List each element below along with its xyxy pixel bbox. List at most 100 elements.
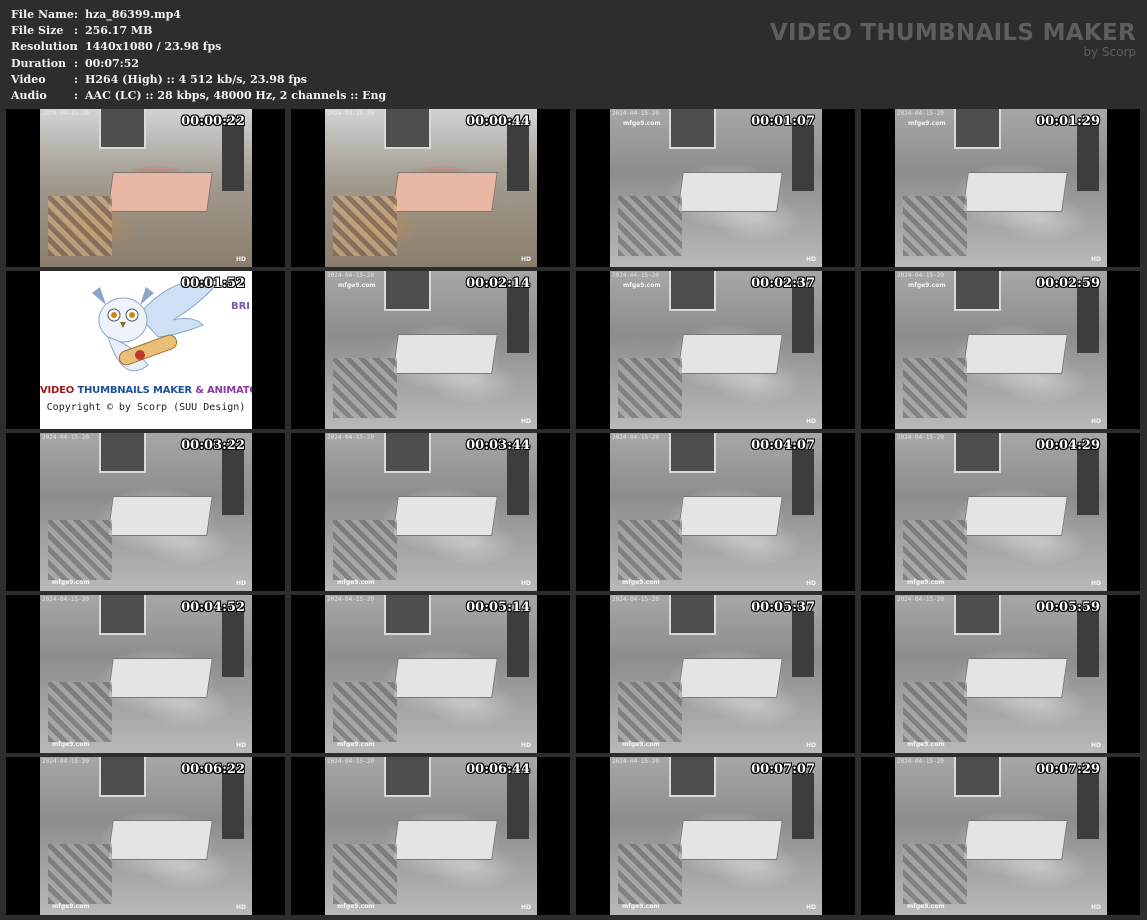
- file-info-panel: File Name: hza_86399.mp4 File Size:256.17 …: [11, 7, 386, 104]
- door-shape: [1077, 610, 1099, 678]
- camera-date-stamp: 2024-04-15-20: [612, 272, 659, 279]
- video-frame: 2024-04-15-20 00:04:29 mfge9.com HD: [895, 433, 1107, 591]
- site-watermark: mfge9.com: [907, 579, 945, 586]
- camera-date-stamp: 2024-04-15-20: [897, 272, 944, 279]
- clutter-shape: [618, 681, 683, 742]
- timestamp-label: 00:05:59: [1036, 600, 1100, 615]
- window-shape: [384, 271, 431, 311]
- window-shape: [954, 433, 1001, 473]
- hd-badge: HD: [235, 580, 246, 587]
- bed-shape: [962, 658, 1068, 699]
- info-separator: :: [74, 88, 79, 102]
- thumbnail-cell[interactable]: 2024-04-15-20 00:00:22 HD: [6, 109, 285, 267]
- clutter-shape: [333, 681, 398, 742]
- site-watermark: mfge9.com: [337, 741, 375, 748]
- hd-badge: HD: [1090, 256, 1101, 263]
- site-watermark: mfge9.com: [622, 579, 660, 586]
- info-label: Resolution: [11, 40, 78, 54]
- thumbnail-cell[interactable]: 2024-04-15-20 00:02:59 mfge9.com HD: [861, 271, 1140, 429]
- hd-badge: HD: [235, 904, 246, 911]
- window-shape: [99, 433, 146, 473]
- bed-shape: [677, 172, 783, 213]
- hd-badge: HD: [805, 580, 816, 587]
- info-label: File Name: [11, 8, 74, 21]
- thumbnail-cell[interactable]: 2024-04-15-20 00:06:22 mfge9.com HD: [6, 757, 285, 915]
- site-watermark: mfge9.com: [622, 741, 660, 748]
- door-shape: [792, 610, 814, 678]
- bed-shape: [962, 496, 1068, 537]
- video-frame: 2024-04-15-20 00:00:22 HD: [40, 109, 252, 267]
- thumbnail-cell[interactable]: 2024-04-15-20 00:03:44 mfge9.com HD: [291, 433, 570, 591]
- timestamp-label: 00:01:07: [751, 114, 815, 129]
- thumbnail-cell[interactable]: 2024-04-15-20 00:04:29 mfge9.com HD: [861, 433, 1140, 591]
- timestamp-label: 00:06:22: [181, 762, 245, 777]
- thumbnail-cell[interactable]: 2024-04-15-20 00:02:37 mfge9.com HD: [576, 271, 855, 429]
- info-label: Duration: [11, 56, 67, 70]
- thumbnail-cell[interactable]: 2024-04-15-20 00:00:44 HD: [291, 109, 570, 267]
- clutter-shape: [333, 843, 398, 904]
- thumbnail-cell[interactable]: 2024-04-15-20 00:01:29 mfge9.com HD: [861, 109, 1140, 267]
- door-shape: [792, 772, 814, 840]
- hd-badge: HD: [520, 418, 531, 425]
- thumbnail-cell[interactable]: 2024-04-15-20 00:02:14 mfge9.com HD: [291, 271, 570, 429]
- camera-date-stamp: 2024-04-15-20: [612, 110, 659, 117]
- timestamp-label: 00:05:14: [466, 600, 530, 615]
- info-separator: :: [74, 56, 79, 70]
- timestamp-label: 00:04:29: [1036, 438, 1100, 453]
- site-watermark: mfge9.com: [908, 282, 946, 289]
- timestamp-label: 00:00:44: [466, 114, 530, 129]
- thumbnail-cell[interactable]: 2024-04-15-20 00:05:37 mfge9.com HD: [576, 595, 855, 753]
- video-frame: 2024-04-15-20 00:05:37 mfge9.com HD: [610, 595, 822, 753]
- clutter-shape: [903, 843, 968, 904]
- thumbnail-cell[interactable]: 2024-04-15-20 00:04:52 mfge9.com HD: [6, 595, 285, 753]
- thumbnail-cell[interactable]: 2024-04-15-20 00:05:59 mfge9.com HD: [861, 595, 1140, 753]
- thumbnail-cell[interactable]: 2024-04-15-20 00:04:07 mfge9.com HD: [576, 433, 855, 591]
- bed-shape: [677, 496, 783, 537]
- site-watermark: mfge9.com: [52, 579, 90, 586]
- window-shape: [99, 757, 146, 797]
- bed-shape: [107, 172, 213, 213]
- camera-date-stamp: 2024-04-15-20: [327, 110, 374, 117]
- thumbnail-cell[interactable]: 2024-04-15-20 00:07:29 mfge9.com HD: [861, 757, 1140, 915]
- thumbnail-cell[interactable]: 2024-04-15-20 00:03:22 mfge9.com HD: [6, 433, 285, 591]
- video-frame: 2024-04-15-20 00:02:37 mfge9.com HD: [610, 271, 822, 429]
- clutter-shape: [618, 195, 683, 256]
- thumbnail-cell[interactable]: 2024-04-15-20 00:01:07 mfge9.com HD: [576, 109, 855, 267]
- thumbnail-cell[interactable]: 2024-04-15-20 00:05:14 mfge9.com HD: [291, 595, 570, 753]
- hd-badge: HD: [805, 904, 816, 911]
- timestamp-label: 00:00:22: [181, 114, 245, 129]
- window-shape: [99, 595, 146, 635]
- camera-date-stamp: 2024-04-15-20: [327, 272, 374, 279]
- camera-date-stamp: 2024-04-15-20: [612, 596, 659, 603]
- bed-shape: [392, 334, 498, 375]
- bed-shape: [392, 496, 498, 537]
- hd-badge: HD: [805, 418, 816, 425]
- timestamp-label: 00:04:52: [181, 600, 245, 615]
- site-watermark: mfge9.com: [52, 903, 90, 910]
- camera-date-stamp: 2024-04-15-20: [42, 758, 89, 765]
- site-watermark: mfge9.com: [623, 282, 661, 289]
- site-watermark: mfge9.com: [908, 120, 946, 127]
- clutter-shape: [48, 843, 113, 904]
- bed-shape: [107, 820, 213, 861]
- camera-date-stamp: 2024-04-15-20: [42, 434, 89, 441]
- video-frame: 2024-04-15-20 00:07:07 mfge9.com HD: [610, 757, 822, 915]
- door-shape: [792, 286, 814, 354]
- video-frame: 2024-04-15-20 00:01:29 mfge9.com HD: [895, 109, 1107, 267]
- door-shape: [1077, 772, 1099, 840]
- info-separator: :: [74, 24, 79, 38]
- hd-badge: HD: [805, 742, 816, 749]
- owl-with-scroll-icon: [78, 275, 218, 389]
- info-label: Audio: [11, 88, 47, 102]
- info-separator: :: [74, 8, 79, 21]
- hd-badge: HD: [235, 256, 246, 263]
- thumbnail-cell[interactable]: 2024-04-15-20 00:07:07 mfge9.com HD: [576, 757, 855, 915]
- brand-title: VIDEO THUMBNAILS MAKER: [769, 20, 1136, 46]
- thumbnail-cell[interactable]: BRI VIDEO THUMBNAILS MAKER & ANIMATO Copyr…: [6, 271, 285, 429]
- clutter-shape: [903, 195, 968, 256]
- clutter-shape: [618, 519, 683, 580]
- bed-shape: [107, 496, 213, 537]
- door-shape: [792, 448, 814, 516]
- site-watermark: mfge9.com: [337, 903, 375, 910]
- thumbnail-cell[interactable]: 2024-04-15-20 00:06:44 mfge9.com HD: [291, 757, 570, 915]
